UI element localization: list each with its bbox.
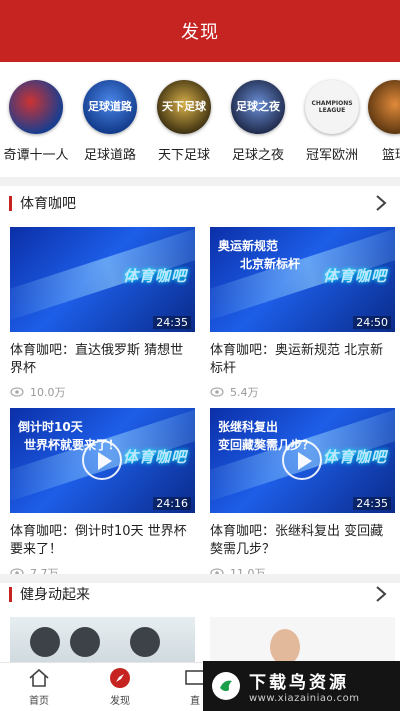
channel-logo: CHAMPIONS LEAGUE <box>305 80 359 134</box>
thumbnail-caption: 北京新标杆 <box>240 257 301 271</box>
eye-icon <box>210 387 224 397</box>
channel-item[interactable]: 足球道路 足球道路 <box>75 80 145 163</box>
video-thumbnail[interactable]: 张继科复出 变回藏獒需几步？ 体育咖吧 24:35 <box>210 408 395 513</box>
channel-item[interactable]: CHAMPIONS LEAGUE 冠军欧洲 <box>297 80 367 163</box>
view-count: 10.0万 <box>10 384 195 400</box>
video-duration: 24:16 <box>153 497 191 510</box>
video-title[interactable]: 体育咖吧：倒计时10天 世界杯要来了！ <box>10 523 195 559</box>
channel-label: 天下足球 <box>157 148 210 163</box>
video-card[interactable]: 倒计时10天 世界杯就要来了！ 体育咖吧 24:16 体育咖吧：倒计时10天 世… <box>10 408 195 581</box>
section-accent-bar <box>9 195 12 211</box>
video-duration: 24:35 <box>353 497 391 510</box>
play-icon[interactable] <box>282 440 322 480</box>
thumbnail-brand: 体育咖吧 <box>122 267 187 285</box>
channel-logo: 足球道路 <box>83 80 137 134</box>
video-card[interactable]: 奥运新规范 北京新标杆 体育咖吧 24:50 体育咖吧：奥运新规范 北京新标杆 … <box>210 227 395 400</box>
channel-label: 冠军欧洲 <box>305 148 358 163</box>
tab-discover[interactable]: 发现 <box>90 667 150 707</box>
channel-label: 篮球 <box>381 148 400 163</box>
channel-row[interactable]: 奇谭十一人 足球道路 足球道路 天下足球 天下足球 足球之夜 足球之夜 CHAM… <box>0 62 400 180</box>
view-count: 5.4万 <box>210 384 395 400</box>
app-header: 发现 <box>0 0 400 62</box>
section-title: 体育咖吧 <box>20 196 76 212</box>
video-row-partial[interactable] <box>0 617 400 667</box>
channel-logo: 足球之夜 <box>231 80 285 134</box>
video-thumbnail[interactable] <box>210 617 395 667</box>
watermark-url: www.xiazainiao.com <box>249 693 360 704</box>
home-icon <box>29 668 49 687</box>
video-duration: 24:35 <box>153 316 191 329</box>
section-header[interactable]: 体育咖吧 <box>0 187 400 219</box>
section-divider <box>0 177 400 186</box>
video-card[interactable]: 张继科复出 变回藏獒需几步？ 体育咖吧 24:35 体育咖吧：张继科复出 变回藏… <box>210 408 395 581</box>
channel-label: 奇谭十一人 <box>3 148 69 163</box>
thumbnail-caption: 张继科复出 <box>218 420 279 434</box>
chevron-right-icon[interactable] <box>372 584 390 604</box>
thumbnail-brand: 体育咖吧 <box>322 448 387 466</box>
thumbnail-caption: 奥运新规范 <box>218 239 279 253</box>
compass-icon <box>110 668 130 688</box>
channel-item[interactable]: 足球之夜 足球之夜 <box>223 80 293 163</box>
section-title: 健身动起来 <box>20 587 90 603</box>
video-thumbnail[interactable] <box>10 617 195 667</box>
channel-logo <box>9 80 63 134</box>
channel-item[interactable]: 天下足球 天下足球 <box>149 80 219 163</box>
channel-label: 足球之夜 <box>231 148 284 163</box>
page-title: 发现 <box>181 22 219 43</box>
channel-label: 足球道路 <box>83 148 136 163</box>
video-title[interactable]: 体育咖吧：直达俄罗斯 猜想世界杯 <box>10 342 195 378</box>
tab-home[interactable]: 首页 <box>9 667 69 707</box>
video-title[interactable]: 体育咖吧：奥运新规范 北京新标杆 <box>210 342 395 378</box>
section-accent-bar <box>9 586 12 602</box>
channel-item[interactable]: 奇谭十一人 <box>1 80 71 163</box>
play-icon[interactable] <box>82 440 122 480</box>
video-thumbnail[interactable]: 体育咖吧 24:35 <box>10 227 195 332</box>
thumbnail-brand: 体育咖吧 <box>122 448 187 466</box>
video-card[interactable]: 体育咖吧 24:35 体育咖吧：直达俄罗斯 猜想世界杯 10.0万 <box>10 227 195 400</box>
watermark-banner: 下载鸟资源 www.xiazainiao.com <box>203 661 400 711</box>
section-header[interactable]: 健身动起来 <box>0 578 400 610</box>
thumbnail-caption: 倒计时10天 <box>18 420 83 434</box>
thumbnail-brand: 体育咖吧 <box>322 267 387 285</box>
channel-item[interactable]: 篮球 <box>360 80 400 163</box>
eye-icon <box>10 387 24 397</box>
chevron-right-icon[interactable] <box>372 193 390 213</box>
video-thumbnail[interactable]: 奥运新规范 北京新标杆 体育咖吧 24:50 <box>210 227 395 332</box>
channel-logo: 天下足球 <box>157 80 211 134</box>
watermark-name: 下载鸟资源 <box>249 673 349 693</box>
video-duration: 24:50 <box>353 316 391 329</box>
video-title[interactable]: 体育咖吧：张继科复出 变回藏獒需几步？ <box>210 523 395 559</box>
bird-logo-icon <box>212 672 240 700</box>
video-thumbnail[interactable]: 倒计时10天 世界杯就要来了！ 体育咖吧 24:16 <box>10 408 195 513</box>
channel-logo <box>368 80 400 134</box>
